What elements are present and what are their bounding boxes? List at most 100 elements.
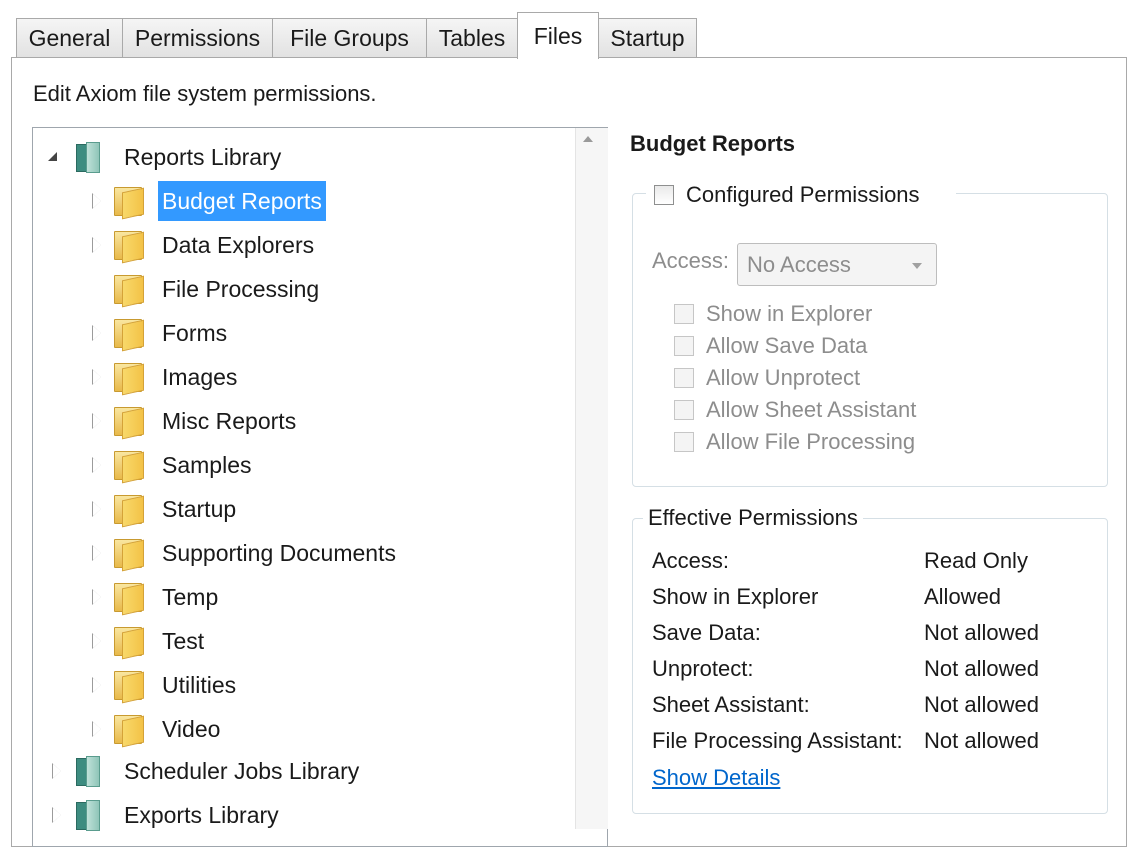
effective-permission-value: Allowed [924, 584, 1002, 609]
expand-arrow-icon[interactable] [92, 225, 104, 265]
tab-tables[interactable]: Tables [426, 18, 518, 57]
expand-arrow-icon[interactable] [92, 533, 104, 573]
expand-arrow-icon[interactable] [52, 795, 64, 835]
effective-permission-value: Read Only [924, 548, 1028, 573]
tree-item-label: Scheduler Jobs Library [124, 758, 360, 784]
expand-arrow-icon[interactable] [92, 709, 104, 749]
tab-permissions[interactable]: Permissions [122, 18, 273, 57]
option-label: Allow Save Data [706, 333, 868, 358]
effective-permission-key: Access: [652, 548, 730, 573]
configured-permissions-checkbox[interactable] [654, 185, 674, 205]
effective-permission-value: Not allowed [924, 620, 1039, 645]
folder-icon [114, 362, 144, 396]
scroll-up-arrow-icon[interactable] [583, 136, 593, 142]
tree-item-video[interactable]: Video [84, 709, 544, 749]
effective-permissions-legend: Effective Permissions [643, 505, 863, 531]
effective-permission-key: Unprotect: [652, 656, 754, 681]
tree-item-samples[interactable]: Samples [84, 445, 544, 485]
expand-arrow-icon[interactable] [92, 577, 104, 617]
folder-icon [114, 230, 144, 264]
tree-item-data-explorers[interactable]: Data Explorers [84, 225, 544, 265]
folder-icon [114, 274, 144, 308]
expand-arrow-icon[interactable] [92, 357, 104, 397]
collapse-arrow-icon[interactable] [48, 137, 60, 177]
expand-arrow-icon[interactable] [92, 313, 104, 353]
tree-item-forms[interactable]: Forms [84, 313, 544, 353]
allow-save-data-checkbox[interactable] [674, 336, 694, 356]
expand-arrow-icon[interactable] [92, 445, 104, 485]
tree-item-file-processing[interactable]: File Processing [84, 269, 544, 309]
allow-unprotect-checkbox[interactable] [674, 368, 694, 388]
tree-item-supporting-documents[interactable]: Supporting Documents [84, 533, 544, 573]
tree-item-label: Test [162, 628, 205, 654]
option-label: Allow File Processing [706, 429, 916, 454]
tab-general[interactable]: General [16, 18, 123, 57]
folder-icon [114, 494, 144, 528]
tree-item-label: Utilities [162, 672, 237, 698]
tab-startup[interactable]: Startup [598, 18, 697, 57]
tree-item-label: Exports Library [124, 802, 279, 828]
configured-permissions-legend: Configured Permissions [646, 180, 956, 212]
tree-scrollbar[interactable] [575, 128, 608, 829]
tree-item-label: Samples [162, 452, 252, 478]
tree-item-reports-library[interactable]: Reports Library [44, 137, 544, 177]
tree-item-label: Misc Reports [162, 408, 297, 434]
effective-permission-value: Not allowed [924, 656, 1039, 681]
tab-files[interactable]: Files [517, 12, 599, 59]
show-details-link[interactable]: Show Details [652, 765, 780, 791]
access-dropdown-value: No Access [747, 252, 851, 277]
configured-permissions-label: Configured Permissions [686, 182, 920, 207]
tree-item-label: Temp [162, 584, 219, 610]
folder-icon [114, 626, 144, 660]
access-dropdown[interactable]: No Access [737, 243, 937, 286]
option-label: Allow Sheet Assistant [706, 397, 917, 422]
tree-item-scheduler-jobs-library[interactable]: Scheduler Jobs Library [44, 751, 544, 791]
expand-arrow-icon[interactable] [92, 665, 104, 705]
tree-item-label: File Processing [162, 276, 320, 302]
expand-arrow-icon[interactable] [92, 401, 104, 441]
expand-arrow-icon[interactable] [92, 489, 104, 529]
effective-permission-key: File Processing Assistant: [652, 728, 903, 753]
tree-item-utilities[interactable]: Utilities [84, 665, 544, 705]
folder-icon [114, 582, 144, 616]
access-label: Access: [652, 248, 730, 273]
tab-file-groups[interactable]: File Groups [272, 18, 427, 57]
effective-permission-value: Not allowed [924, 692, 1039, 717]
expand-arrow-icon[interactable] [92, 621, 104, 661]
folder-icon [114, 538, 144, 572]
panel-description: Edit Axiom file system permissions. [33, 81, 377, 106]
tree-item-budget-reports[interactable]: Budget Reports [84, 181, 544, 221]
expand-arrow-icon[interactable] [52, 751, 64, 791]
folder-icon [114, 186, 144, 220]
folder-icon [114, 450, 144, 484]
expand-arrow-icon[interactable] [92, 181, 104, 221]
folder-icon [114, 318, 144, 352]
allow-sheet-assistant-checkbox[interactable] [674, 400, 694, 420]
tree-item-exports-library[interactable]: Exports Library [44, 795, 544, 835]
tree-item-label: Forms [162, 320, 228, 346]
show-in-explorer-checkbox[interactable] [674, 304, 694, 324]
tree-item-label: Budget Reports [158, 181, 326, 221]
tree-item-label: Images [162, 364, 238, 390]
option-label: Allow Unprotect [706, 365, 861, 390]
tree-item-label: Video [162, 716, 221, 742]
tree-item-temp[interactable]: Temp [84, 577, 544, 617]
tree-item-misc-reports[interactable]: Misc Reports [84, 401, 544, 441]
tree-item-test[interactable]: Test [84, 621, 544, 661]
detail-title: Budget Reports [630, 131, 795, 156]
library-icon [76, 756, 104, 787]
tree-item-label: Data Explorers [162, 232, 315, 258]
tree-item-label: Supporting Documents [162, 540, 396, 566]
folder-icon [114, 406, 144, 440]
option-label: Show in Explorer [706, 301, 873, 326]
tree-item-label: Startup [162, 496, 237, 522]
effective-permission-key: Save Data: [652, 620, 761, 645]
library-icon [76, 142, 104, 173]
effective-permission-value: Not allowed [924, 728, 1039, 753]
effective-permission-key: Sheet Assistant: [652, 692, 810, 717]
folder-icon [114, 714, 144, 748]
effective-permission-key: Show in Explorer [652, 584, 819, 609]
tree-item-images[interactable]: Images [84, 357, 544, 397]
allow-file-processing-checkbox[interactable] [674, 432, 694, 452]
tree-item-startup[interactable]: Startup [84, 489, 544, 529]
